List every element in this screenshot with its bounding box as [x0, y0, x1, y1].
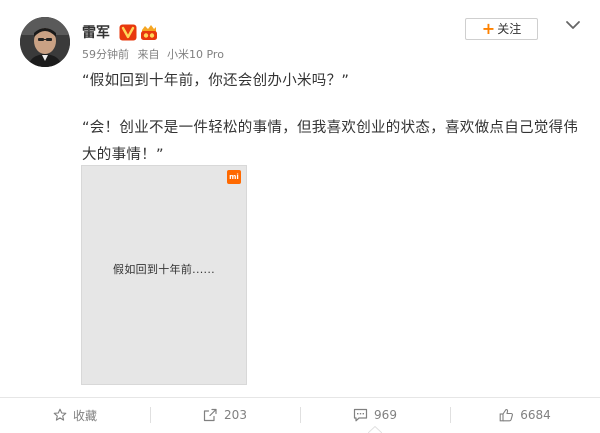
- thumbs-up-icon: [499, 408, 514, 422]
- comment-icon: [353, 408, 368, 422]
- post-paragraph: “会！创业不是一件轻松的事情，但我喜欢创业的状态，喜欢做点自己觉得伟大的事情！”: [82, 120, 579, 163]
- star-icon: [53, 408, 67, 421]
- follow-button-label: 关注: [497, 22, 522, 36]
- image-caption: 假如回到十年前......: [113, 263, 215, 276]
- follow-button[interactable]: + 关注: [465, 18, 538, 40]
- mi-logo-text: mi: [229, 172, 239, 181]
- like-button[interactable]: 6684: [450, 398, 600, 432]
- post-meta: 59分钟前 来自 小米10 Pro: [82, 48, 224, 62]
- repost-count: 203: [224, 408, 247, 422]
- plus-icon: +: [481, 18, 496, 38]
- favorite-button[interactable]: 收藏: [0, 398, 150, 432]
- source-label: 来自: [137, 48, 160, 61]
- repost-button[interactable]: 203: [150, 398, 300, 432]
- chevron-down-icon[interactable]: [565, 19, 581, 31]
- repost-icon: [203, 408, 217, 422]
- author-avatar[interactable]: [20, 17, 70, 67]
- mi-logo-icon: mi: [227, 170, 241, 184]
- action-bar: 收藏 203 969 6684: [0, 398, 600, 433]
- comment-count: 969: [374, 408, 397, 422]
- author-name[interactable]: 雷军: [82, 24, 110, 42]
- weibo-post-card: 雷军 59分钟前 来自 小米10 Pro + 关注 “假如回到十年前，你还会创办…: [0, 0, 600, 433]
- favorite-label: 收藏: [72, 408, 97, 423]
- post-paragraph: “假如回到十年前，你还会创办小米吗？”: [82, 73, 350, 89]
- avatar-image: [20, 17, 70, 67]
- comment-active-marker: [368, 426, 382, 433]
- source-device[interactable]: 小米10 Pro: [167, 48, 224, 61]
- post-text: “假如回到十年前，你还会创办小米吗？” “会！创业不是一件轻松的事情，但我喜欢创…: [82, 68, 582, 169]
- post-time[interactable]: 59分钟前: [82, 48, 129, 61]
- like-count: 6684: [520, 408, 551, 422]
- post-image[interactable]: mi 假如回到十年前......: [81, 165, 247, 385]
- verified-v-icon: [119, 24, 137, 41]
- fan-club-icon[interactable]: [140, 23, 158, 41]
